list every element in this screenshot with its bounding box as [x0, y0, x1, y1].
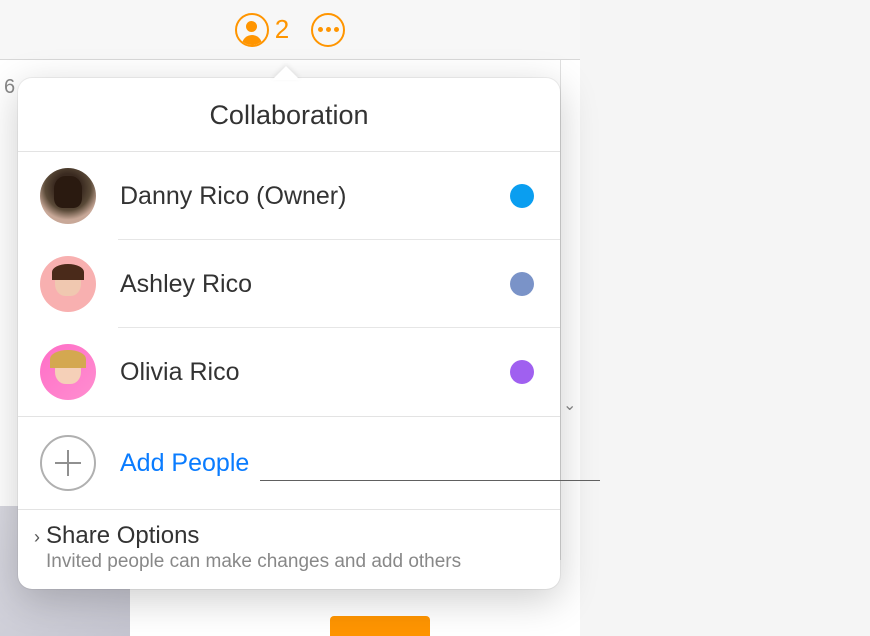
grid-edge	[560, 60, 580, 560]
add-people-button[interactable]: Add People	[18, 416, 560, 509]
collaboration-count: 2	[275, 14, 289, 45]
participant-name: Danny Rico (Owner)	[120, 182, 510, 211]
collaboration-popover: Collaboration Danny Rico (Owner) Ashley …	[18, 78, 560, 589]
share-options-title: Share Options	[46, 522, 461, 550]
dropdown-chevron-icon[interactable]: ⌄	[563, 395, 576, 415]
presence-dot-icon	[510, 360, 534, 384]
collaboration-toolbar-button[interactable]: 2	[235, 13, 289, 47]
toolbar: 2	[0, 0, 580, 60]
document-background-decoration	[330, 616, 430, 636]
avatar	[40, 168, 96, 224]
more-circle-icon[interactable]	[311, 13, 345, 47]
avatar	[40, 256, 96, 312]
participant-row[interactable]: Olivia Rico	[18, 328, 560, 416]
share-options-subtitle: Invited people can make changes and add …	[46, 551, 461, 573]
row-number: 6	[4, 76, 15, 99]
callout-line	[260, 480, 600, 481]
participants-list: Danny Rico (Owner) Ashley Rico Olivia Ri…	[18, 152, 560, 416]
popover-title: Collaboration	[18, 78, 560, 152]
chevron-right-icon: ›	[34, 527, 40, 548]
participant-row[interactable]: Ashley Rico	[18, 240, 560, 328]
person-circle-icon	[235, 13, 269, 47]
share-options-row[interactable]: › Share Options Invited people can make …	[18, 509, 560, 589]
avatar	[40, 344, 96, 400]
add-people-label: Add People	[120, 449, 249, 478]
plus-circle-icon	[40, 435, 96, 491]
presence-dot-icon	[510, 272, 534, 296]
participant-name: Ashley Rico	[120, 270, 510, 299]
participant-name: Olivia Rico	[120, 358, 510, 387]
presence-dot-icon	[510, 184, 534, 208]
participant-row[interactable]: Danny Rico (Owner)	[18, 152, 560, 240]
